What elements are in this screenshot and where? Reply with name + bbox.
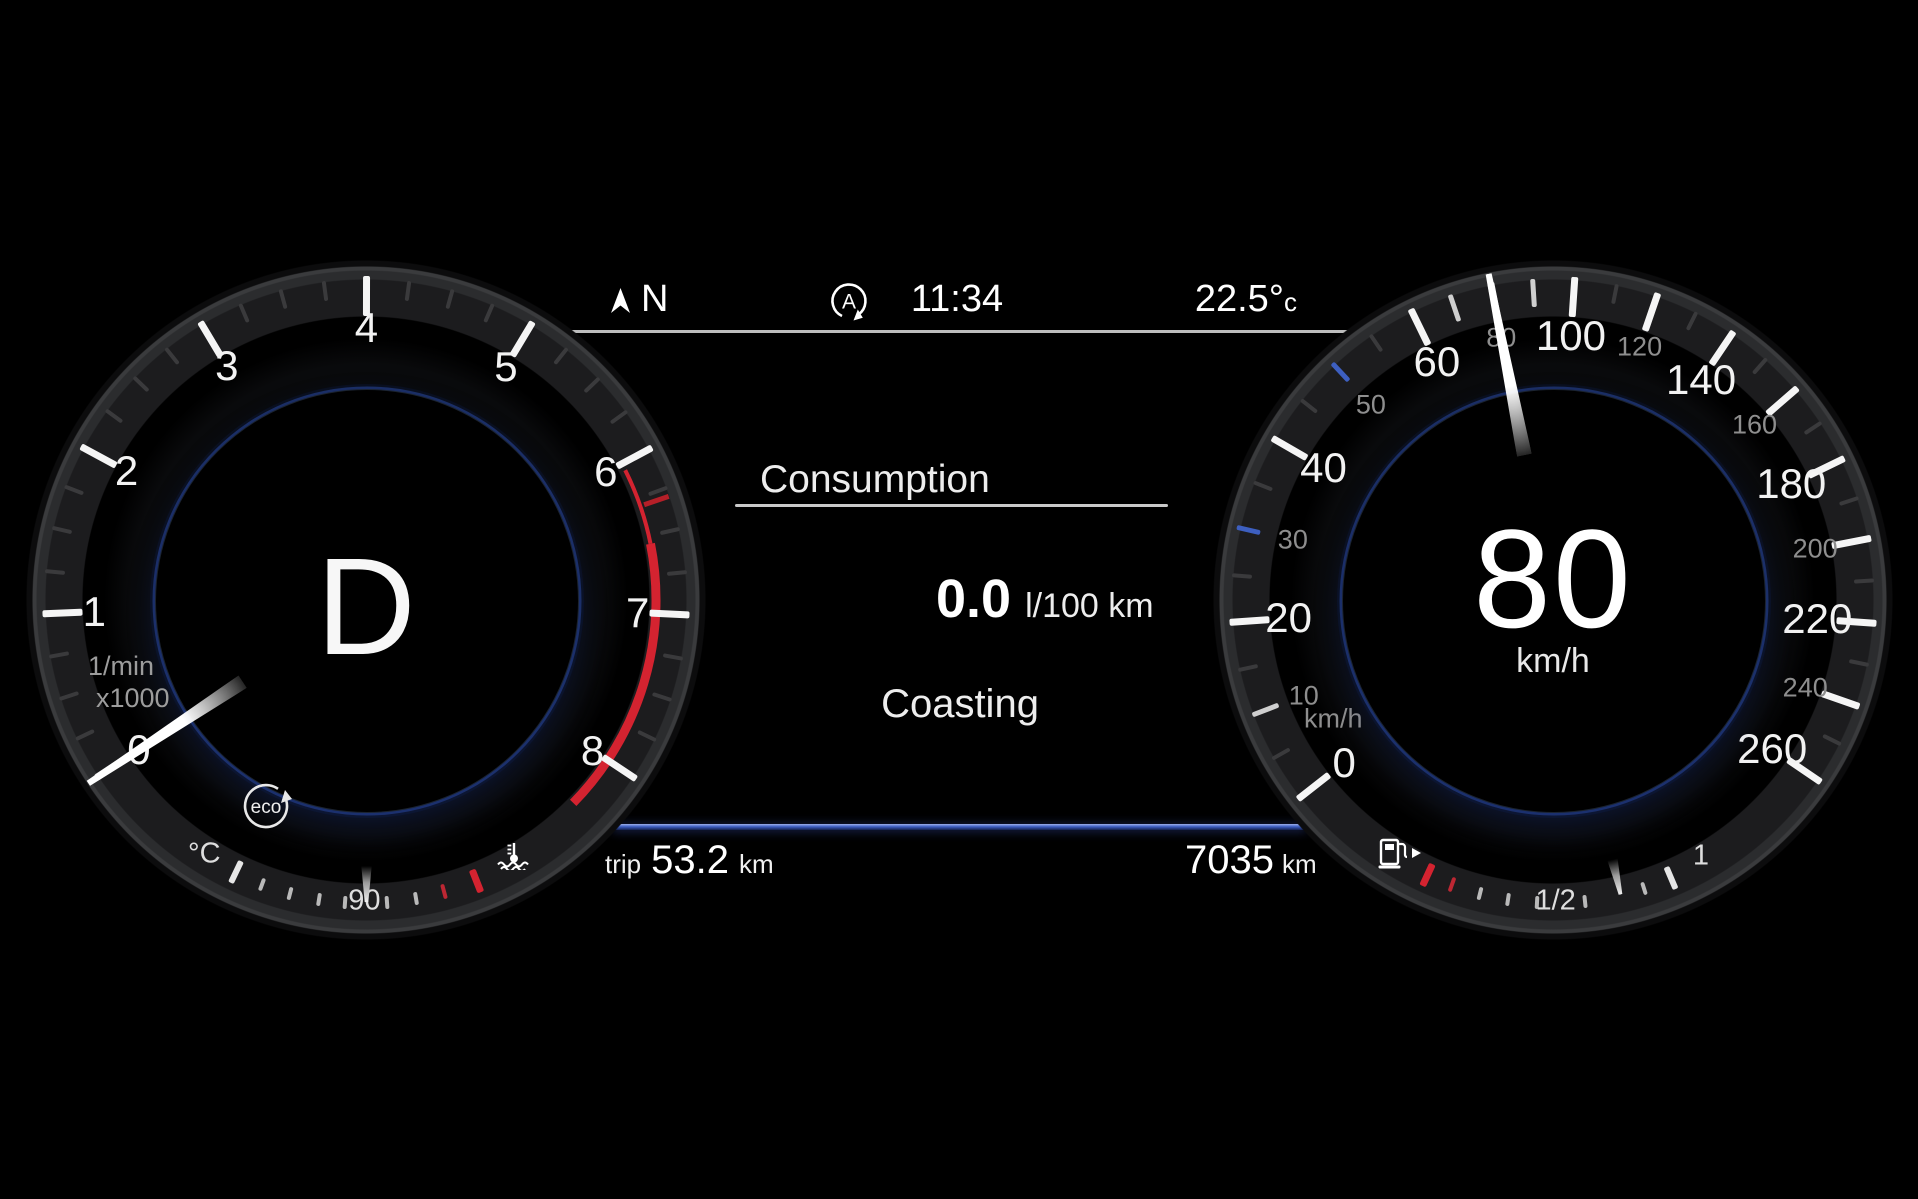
- speedo-tick-120: [1642, 292, 1662, 332]
- tach-label-2: 2: [115, 447, 138, 495]
- svg-text:A: A: [842, 291, 856, 314]
- coolant-temperature-icon: [496, 842, 532, 870]
- speedo-tick-35: [1253, 480, 1273, 491]
- speedo-scale-unit-label: km/h: [1304, 704, 1363, 735]
- digital-speed-unit: km/h: [1213, 642, 1893, 681]
- speedo-tick-90: [1530, 278, 1537, 306]
- consumption-value: 0.0: [936, 568, 1011, 630]
- fuel-tick-2: [1476, 887, 1483, 901]
- odometer-value: 7035: [1185, 838, 1274, 883]
- fuel-tick-7: [1664, 866, 1679, 890]
- fuel-tick-3: [1505, 893, 1511, 906]
- speedo-tick-130: [1686, 311, 1698, 331]
- trip-odometer: trip 53.2 km: [605, 838, 774, 883]
- odometer-unit: km: [1282, 849, 1317, 880]
- speedo-label-0: 0: [1332, 739, 1355, 787]
- tach-label-6: 6: [594, 448, 617, 496]
- fuel-full-label: 1: [1693, 840, 1709, 873]
- eco-mode-icon: eco: [237, 777, 295, 835]
- instrument-cluster: N A 11:34 22.5°c Consumption 0.0 l/100 k…: [0, 0, 1918, 1199]
- speedo-label-120: 120: [1617, 332, 1662, 363]
- speedo-tick-55: [1369, 333, 1384, 352]
- speedo-tick-0: [1296, 772, 1332, 802]
- tach-label-5: 5: [494, 343, 517, 391]
- auto-start-stop-icon: A: [826, 278, 872, 324]
- coasting-status: Coasting: [850, 682, 1070, 727]
- speedo-label-40: 40: [1300, 444, 1347, 492]
- consumption-readout: 0.0 l/100 km: [936, 568, 1154, 630]
- fuel-half-label: 1/2: [1535, 884, 1575, 917]
- fuel-level-pointer: [1606, 858, 1627, 896]
- speedo-tick-45: [1300, 398, 1318, 414]
- speedo-label-60: 60: [1413, 338, 1460, 386]
- speedo-tick-10: [1251, 703, 1279, 718]
- digital-speed-value: 80: [1213, 498, 1893, 660]
- odometer: 7035 km: [1185, 838, 1317, 883]
- coolant-temp-tick-4: [342, 896, 347, 909]
- trip-unit: km: [739, 849, 774, 880]
- trip-label: trip: [605, 849, 641, 880]
- coolant-temp-unit-label: °C: [188, 837, 221, 870]
- speedo-tick-110: [1611, 284, 1619, 304]
- fuel-tick-6: [1640, 882, 1648, 896]
- center-menu-underline: [735, 504, 1168, 507]
- tachometer-dial: 012345678°C90 D 1/min x1000 eco: [26, 260, 706, 940]
- tach-label-4: 4: [355, 304, 378, 352]
- rpm-unit-line1: 1/min: [88, 650, 170, 682]
- fuel-tick-1: [1448, 877, 1457, 892]
- tach-label-8: 8: [581, 727, 604, 775]
- speedo-tick-250: [1822, 734, 1842, 747]
- svg-text:eco: eco: [251, 797, 282, 818]
- clock: 11:34: [900, 278, 1014, 321]
- speedo-tick-5: [1272, 747, 1291, 760]
- speedo-label-140: 140: [1666, 356, 1736, 404]
- speedo-label-50: 50: [1356, 389, 1386, 420]
- speedo-tick-150: [1752, 357, 1768, 375]
- fuel-tick-5: [1582, 895, 1587, 908]
- speedo-label-100: 100: [1536, 312, 1606, 360]
- speedo-tick-50: [1330, 361, 1350, 382]
- speedo-tick-70: [1447, 294, 1461, 322]
- speedo-label-160: 160: [1732, 409, 1777, 440]
- speedo-label-260: 260: [1737, 725, 1807, 773]
- consumption-unit: l/100 km: [1025, 587, 1154, 626]
- speedo-tick-170: [1804, 421, 1823, 435]
- fuel-pump-icon: [1378, 838, 1424, 870]
- center-menu-title: Consumption: [760, 458, 990, 502]
- rpm-unit-label: 1/min x1000: [88, 650, 170, 715]
- bottom-blue-line: [612, 824, 1307, 830]
- trip-value: 53.2: [651, 838, 729, 883]
- rpm-unit-line2: x1000: [88, 682, 170, 714]
- tach-label-3: 3: [215, 342, 238, 390]
